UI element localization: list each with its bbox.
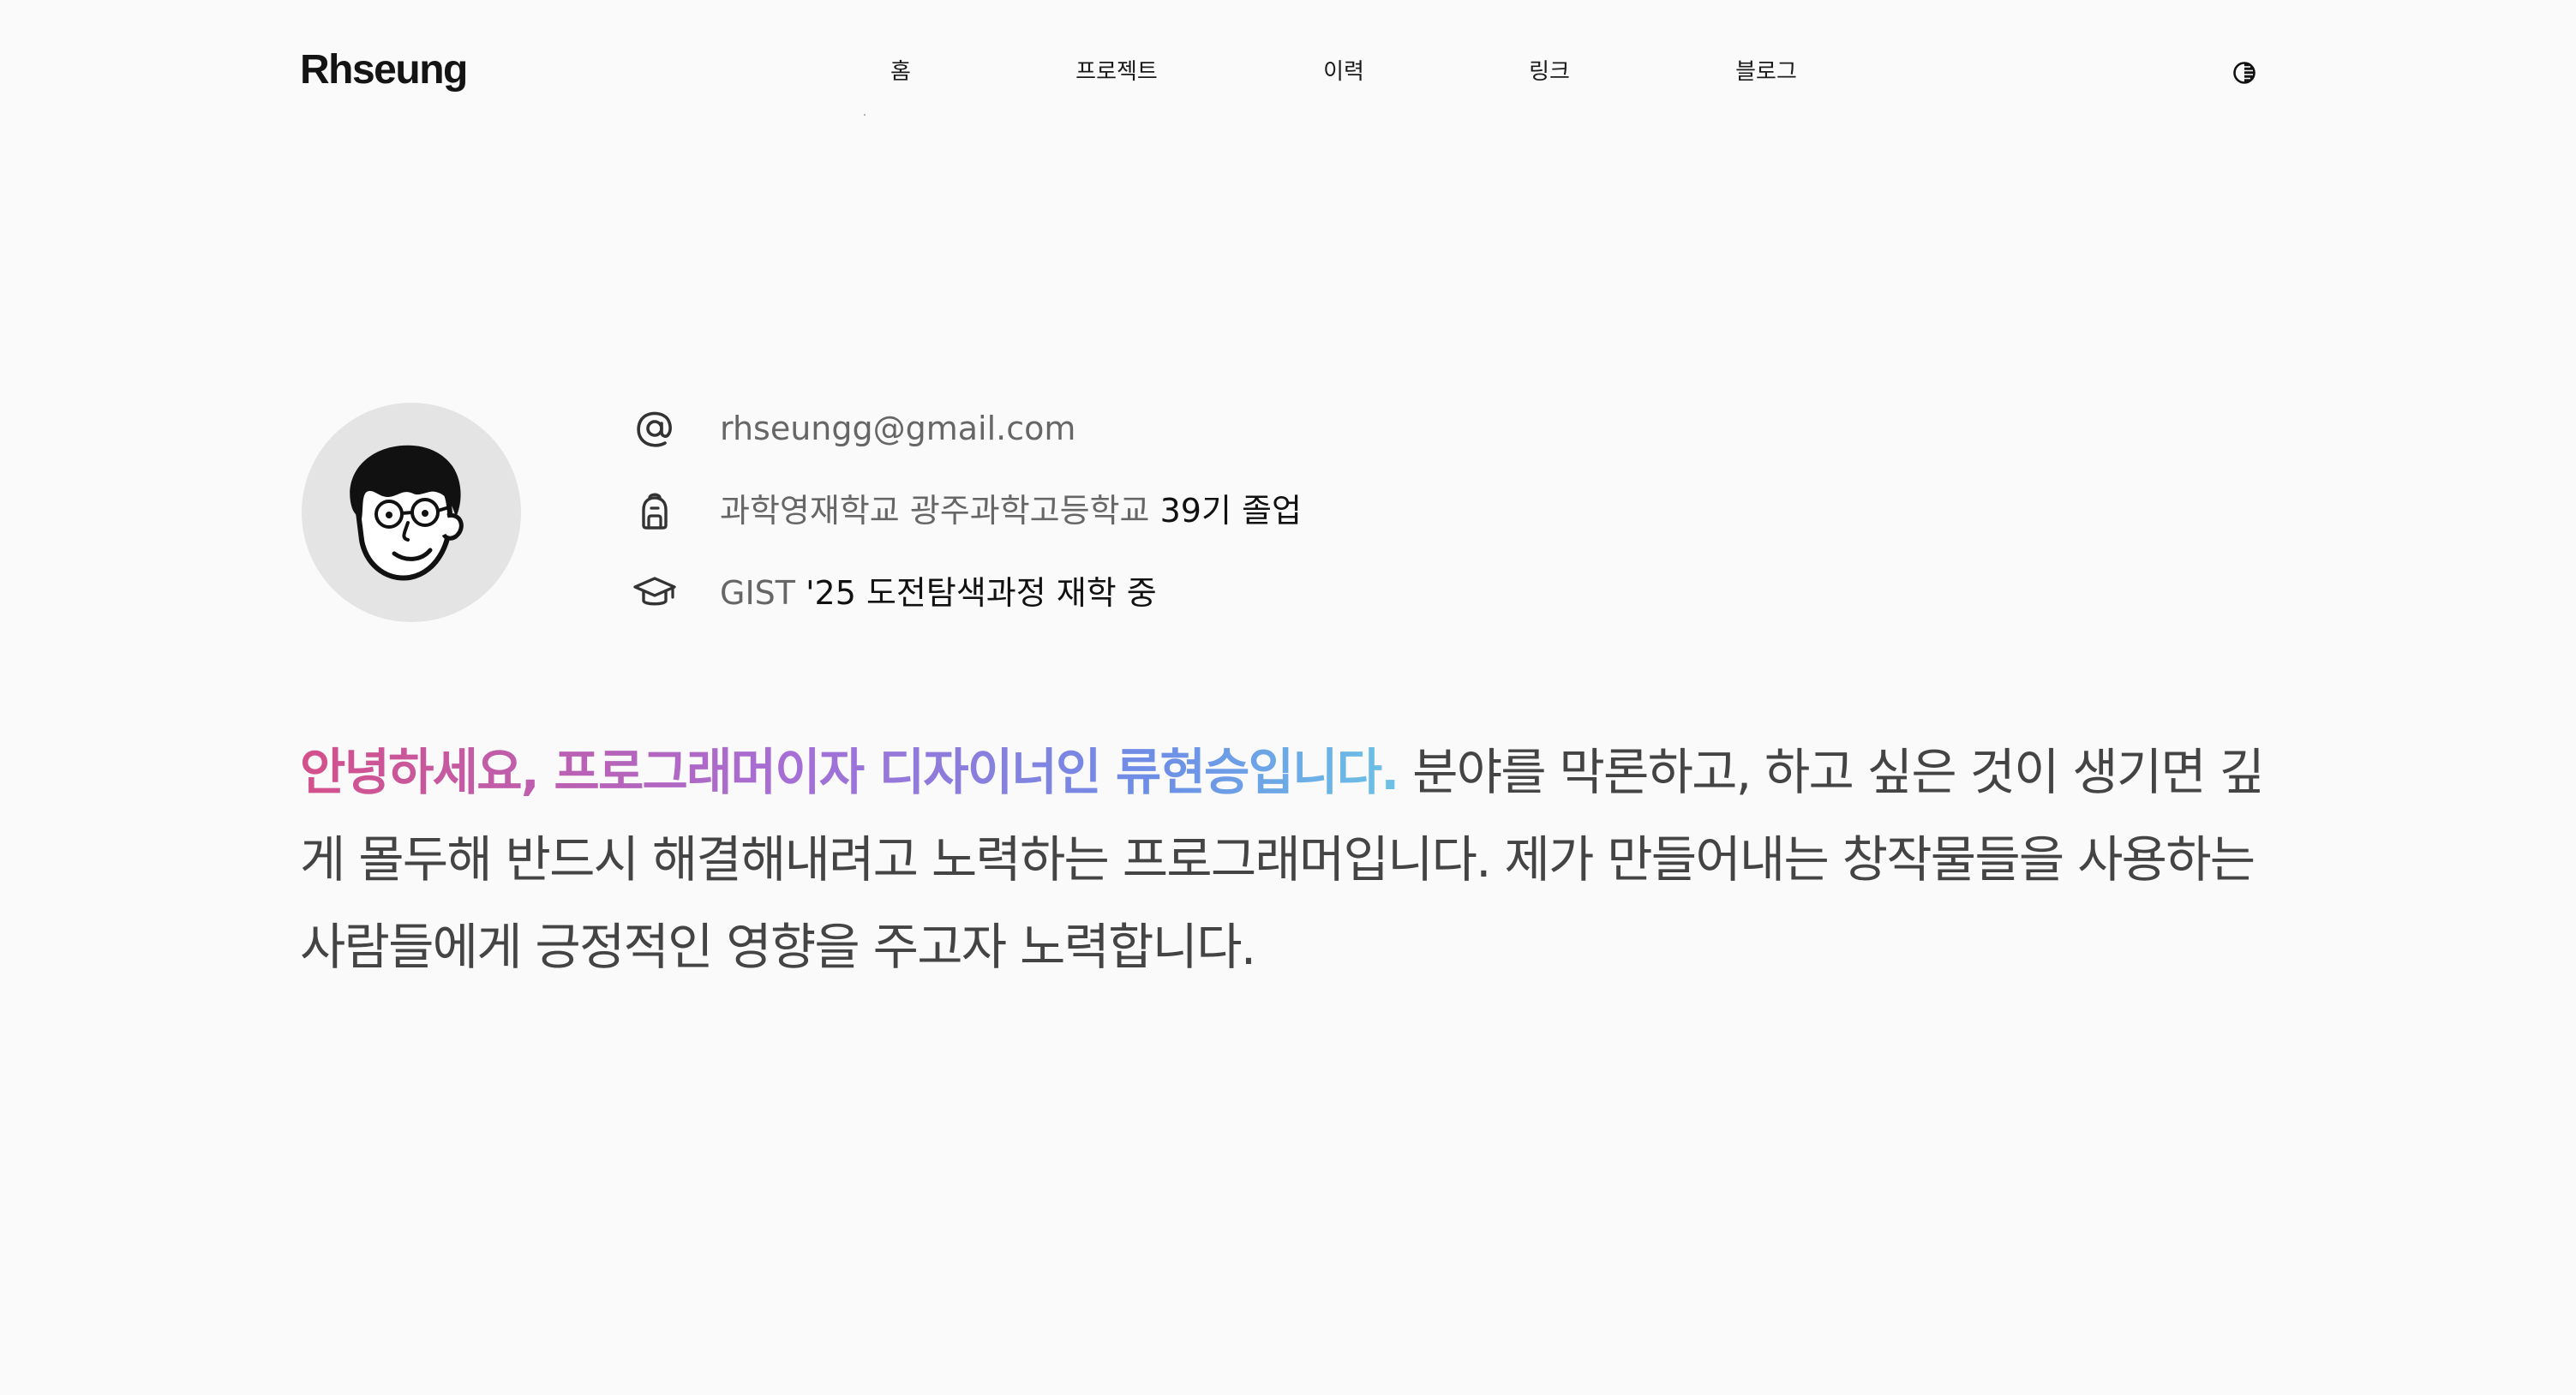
school-status: 39기 졸업 [1159, 492, 1302, 530]
theme-toggle-button[interactable] [2232, 60, 2257, 86]
graduation-cap-icon [632, 571, 677, 615]
school-name: 과학영재학교 광주과학고등학교 [720, 492, 1160, 530]
site-header: Rhseung 홈 프로젝트 이력 링크 블로그 [0, 0, 2576, 144]
nav-active-indicator [864, 114, 866, 116]
university-status: '25 도전탐색과정 재학 중 [806, 574, 1157, 612]
university-row: GIST '25 도전탐색과정 재학 중 [632, 567, 1157, 619]
email-text[interactable]: rhseungg@gmail.com [720, 403, 1075, 454]
school-row: 과학영재학교 광주과학고등학교 39기 졸업 [632, 485, 1302, 536]
contrast-icon [2233, 62, 2255, 84]
backpack-icon [632, 488, 677, 533]
site-logo[interactable]: Rhseung [300, 43, 468, 98]
intro-highlight: 안녕하세요, 프로그래머이자 디자이너인 류현승입니다. [300, 743, 1399, 801]
intro-paragraph: 안녕하세요, 프로그래머이자 디자이너인 류현승입니다. 분야를 막론하고, 하… [300, 728, 2276, 991]
university-name: GIST [720, 574, 806, 612]
nav-item-links[interactable]: 링크 [1529, 55, 1570, 89]
profile-avatar [302, 403, 521, 622]
school-text: 과학영재학교 광주과학고등학교 39기 졸업 [720, 485, 1302, 536]
email-row: rhseungg@gmail.com [632, 403, 1075, 454]
cartoon-face-avatar [350, 445, 464, 581]
nav-item-blog[interactable]: 블로그 [1735, 55, 1797, 89]
nav-item-projects[interactable]: 프로젝트 [1075, 55, 1158, 89]
at-icon [632, 406, 677, 451]
nav-item-home[interactable]: 홈 [890, 55, 911, 89]
nav-item-history[interactable]: 이력 [1323, 55, 1364, 89]
university-text: GIST '25 도전탐색과정 재학 중 [720, 567, 1157, 619]
